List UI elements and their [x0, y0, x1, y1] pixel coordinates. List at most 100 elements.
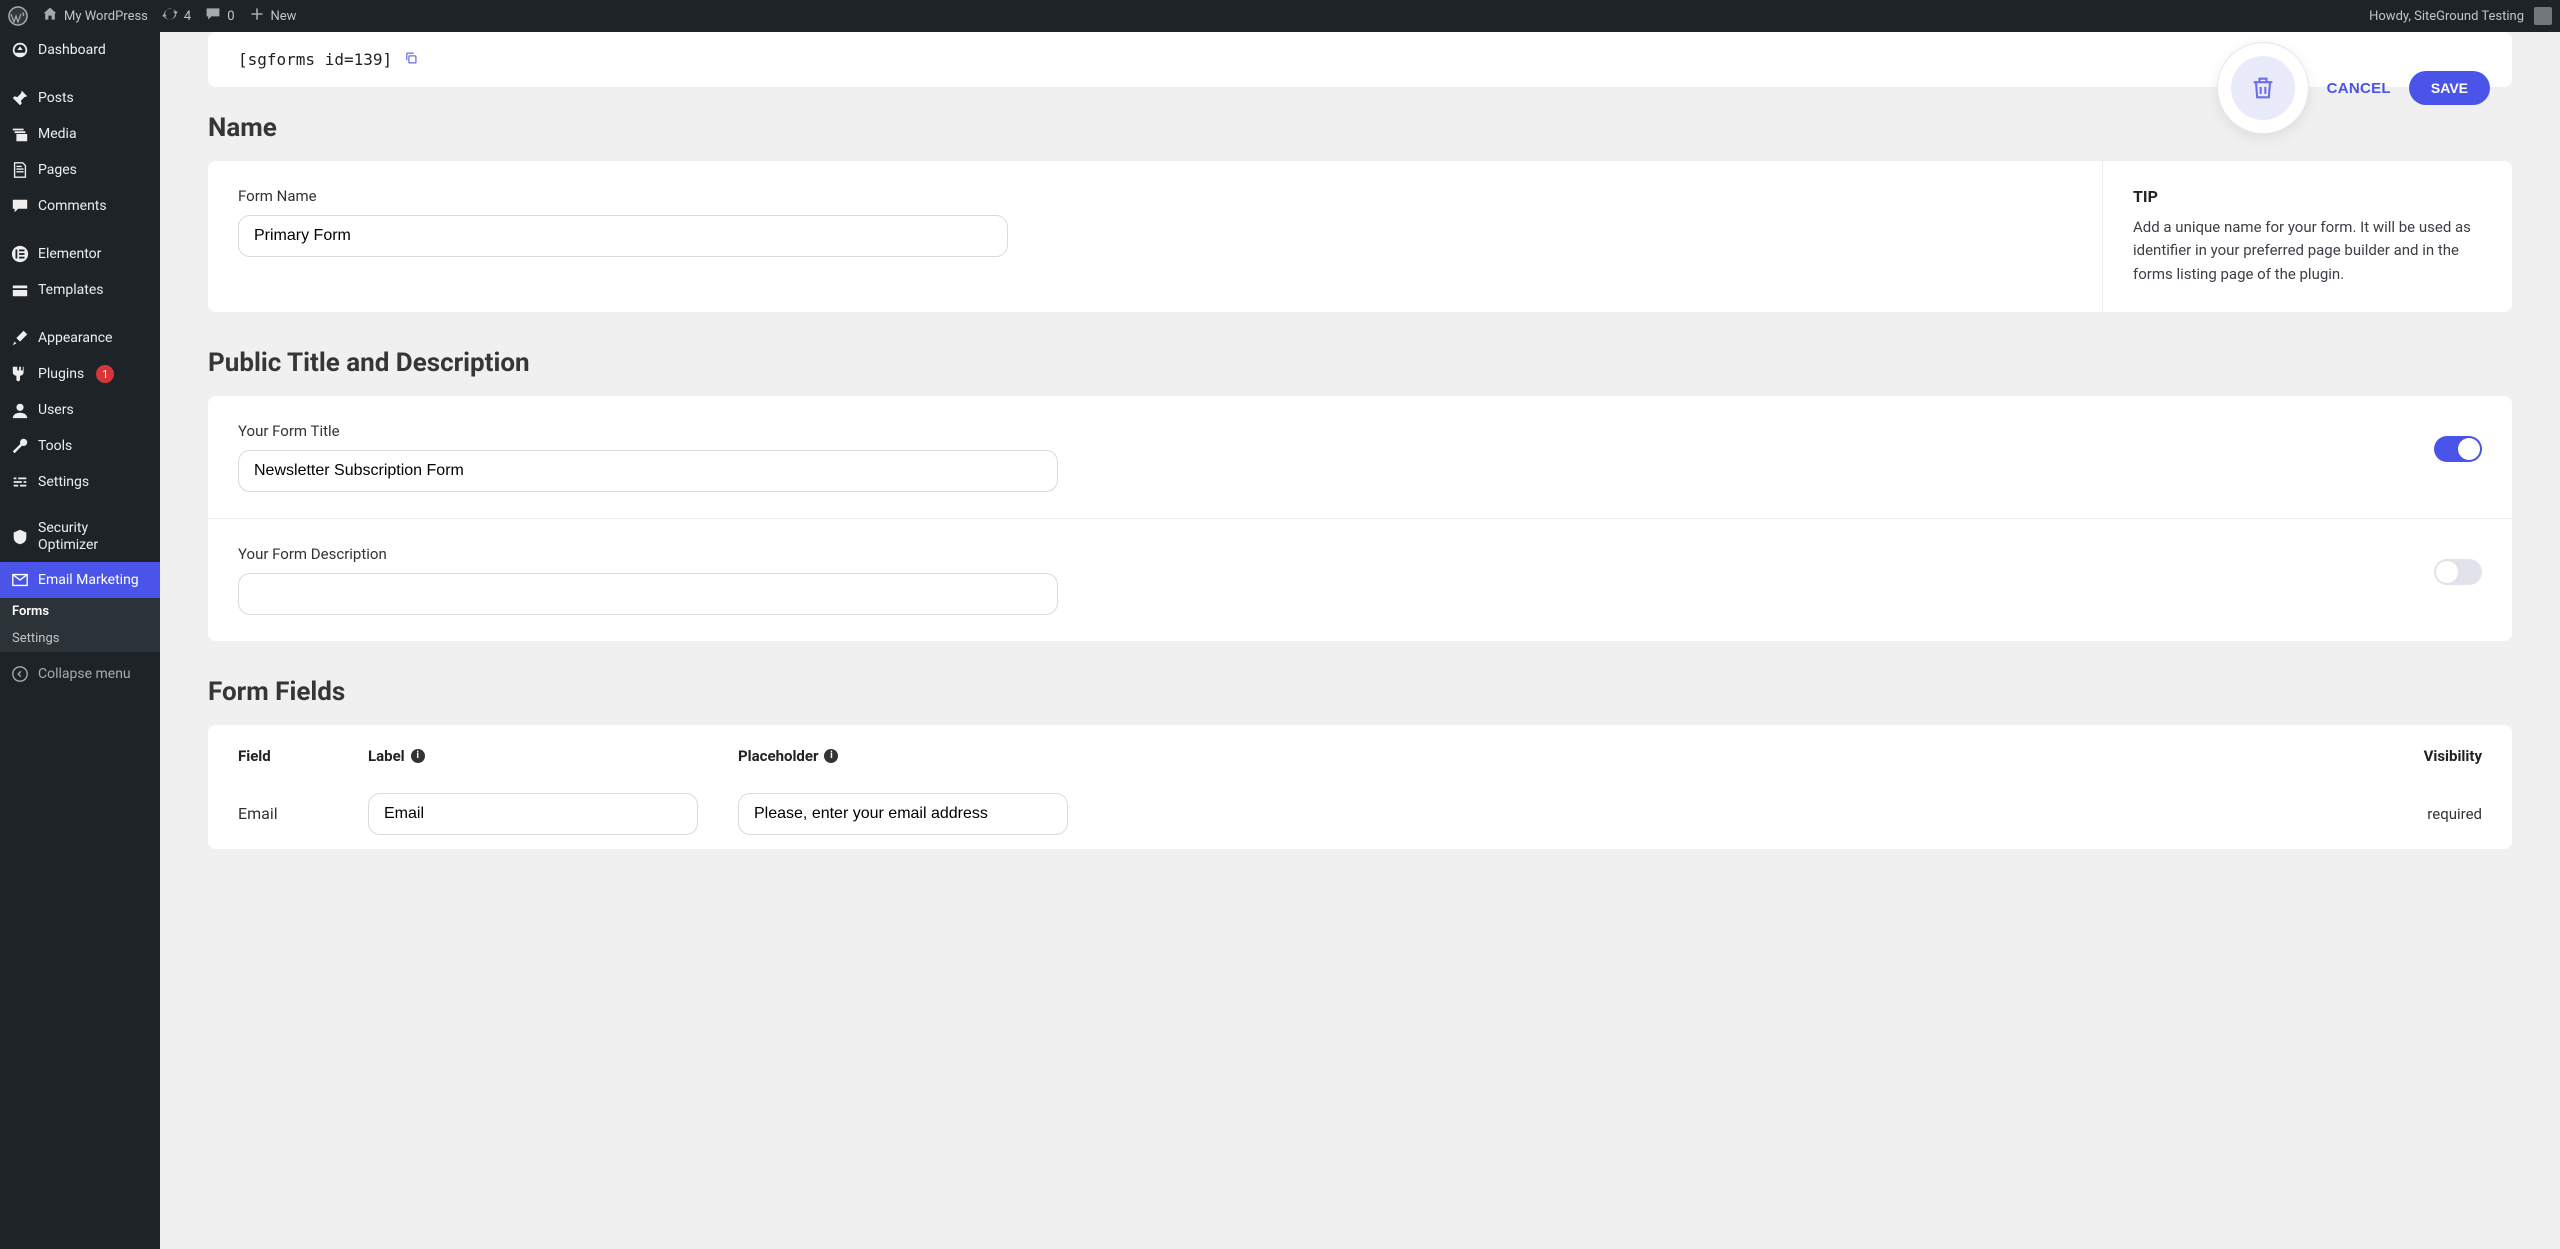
- name-card: Form Name TIP Add a unique name for your…: [208, 161, 2512, 312]
- sidebar-item-label: Security Optimizer: [38, 520, 150, 554]
- info-icon[interactable]: i: [824, 749, 838, 763]
- refresh-icon: [162, 6, 178, 26]
- sidebar-item-appearance[interactable]: Appearance: [0, 320, 160, 356]
- updates-link[interactable]: 4: [162, 6, 191, 26]
- site-name: My WordPress: [64, 9, 148, 24]
- table-row: Email required: [238, 779, 2482, 849]
- submenu-email-marketing: Forms Settings: [0, 598, 160, 652]
- form-name-input[interactable]: [238, 215, 1008, 257]
- sidebar-item-elementor[interactable]: Elementor: [0, 236, 160, 272]
- form-description-input[interactable]: [238, 573, 1058, 615]
- tip-title: TIP: [2133, 187, 2482, 206]
- howdy-text: Howdy, SiteGround Testing: [2369, 9, 2524, 24]
- header-visibility: Visibility: [2424, 747, 2482, 765]
- main-content: [sgforms id=139] Name Form Name TIP Add …: [160, 32, 2560, 889]
- sidebar-item-label: Media: [38, 126, 77, 142]
- sidebar-item-pages[interactable]: Pages: [0, 152, 160, 188]
- pin-icon: [10, 88, 30, 108]
- howdy-link[interactable]: Howdy, SiteGround Testing: [2369, 7, 2552, 25]
- collapse-menu[interactable]: Collapse menu: [0, 656, 160, 692]
- section-title-name: Name: [208, 113, 2512, 143]
- admin-bar: My WordPress 4 0 New Howdy, SiteGround T…: [0, 0, 2560, 32]
- collapse-label: Collapse menu: [38, 666, 131, 682]
- admin-sidebar: Dashboard Posts Media Pages Comments Ele…: [0, 32, 160, 1249]
- brush-icon: [10, 328, 30, 348]
- sidebar-item-label: Comments: [38, 198, 107, 214]
- sidebar-item-label: Pages: [38, 162, 77, 178]
- home-icon: [42, 6, 58, 26]
- shield-icon: [10, 527, 30, 547]
- header-field: Field: [238, 747, 368, 765]
- sidebar-item-comments[interactable]: Comments: [0, 188, 160, 224]
- form-name-label: Form Name: [238, 187, 2072, 205]
- header-label: Label: [368, 747, 405, 765]
- form-description-label: Your Form Description: [238, 545, 1058, 563]
- plug-icon: [10, 364, 30, 384]
- sidebar-item-label: Email Marketing: [38, 572, 139, 588]
- new-label: New: [271, 9, 297, 24]
- save-button[interactable]: SAVE: [2409, 71, 2490, 105]
- submenu-item-forms[interactable]: Forms: [0, 598, 160, 625]
- plus-icon: [249, 6, 265, 26]
- sidebar-item-security-optimizer[interactable]: Security Optimizer: [0, 512, 160, 562]
- form-description-toggle[interactable]: [2434, 559, 2482, 585]
- comments-count: 0: [227, 9, 234, 24]
- row-visibility: required: [2427, 805, 2482, 823]
- copy-icon[interactable]: [404, 50, 418, 69]
- sidebar-item-label: Elementor: [38, 246, 101, 262]
- collapse-icon: [10, 664, 30, 684]
- templates-icon: [10, 280, 30, 300]
- tip-body: Add a unique name for your form. It will…: [2133, 216, 2482, 286]
- sidebar-item-media[interactable]: Media: [0, 116, 160, 152]
- sidebar-item-settings[interactable]: Settings: [0, 464, 160, 500]
- sidebar-item-label: Settings: [38, 474, 89, 490]
- avatar: [2534, 7, 2552, 25]
- form-title-toggle[interactable]: [2434, 436, 2482, 462]
- public-title-card: Your Form Title Your Form Description: [208, 396, 2512, 641]
- info-icon[interactable]: i: [411, 749, 425, 763]
- cancel-button[interactable]: CANCEL: [2327, 80, 2391, 97]
- sidebar-item-label: Appearance: [38, 330, 112, 346]
- mail-icon: [10, 570, 30, 590]
- sidebar-item-users[interactable]: Users: [0, 392, 160, 428]
- plugins-badge: 1: [96, 365, 114, 383]
- form-title-label: Your Form Title: [238, 422, 1058, 440]
- sidebar-item-templates[interactable]: Templates: [0, 272, 160, 308]
- submenu-item-settings[interactable]: Settings: [0, 625, 160, 652]
- shortcode-card: [sgforms id=139]: [208, 32, 2512, 87]
- sidebar-item-label: Dashboard: [38, 42, 106, 58]
- wrench-icon: [10, 436, 30, 456]
- shortcode-text: [sgforms id=139]: [238, 50, 392, 69]
- sidebar-item-plugins[interactable]: Plugins 1: [0, 356, 160, 392]
- delete-button[interactable]: [2217, 42, 2309, 134]
- comment-icon: [10, 196, 30, 216]
- section-title-public: Public Title and Description: [208, 348, 2512, 378]
- form-title-input[interactable]: [238, 450, 1058, 492]
- sidebar-item-label: Tools: [38, 438, 72, 454]
- user-icon: [10, 400, 30, 420]
- sidebar-item-label: Posts: [38, 90, 74, 106]
- sidebar-item-label: Users: [38, 402, 74, 418]
- dashboard-icon: [10, 40, 30, 60]
- header-placeholder: Placeholder: [738, 747, 818, 765]
- sidebar-item-email-marketing[interactable]: Email Marketing: [0, 562, 160, 598]
- elementor-icon: [10, 244, 30, 264]
- wp-logo[interactable]: [8, 6, 28, 26]
- row-field-name: Email: [238, 804, 368, 823]
- pages-icon: [10, 160, 30, 180]
- sidebar-item-posts[interactable]: Posts: [0, 80, 160, 116]
- sidebar-item-label: Plugins: [38, 366, 84, 382]
- row-label-input[interactable]: [368, 793, 698, 835]
- media-icon: [10, 124, 30, 144]
- sidebar-item-tools[interactable]: Tools: [0, 428, 160, 464]
- sidebar-item-dashboard[interactable]: Dashboard: [0, 32, 160, 68]
- form-fields-card: Field Label i Placeholder i Visibility E…: [208, 725, 2512, 849]
- trash-icon: [2249, 74, 2277, 102]
- sidebar-item-label: Templates: [38, 282, 104, 298]
- action-bar: CANCEL SAVE: [2217, 42, 2490, 134]
- row-placeholder-input[interactable]: [738, 793, 1068, 835]
- site-link[interactable]: My WordPress: [42, 6, 148, 26]
- comments-link[interactable]: 0: [205, 6, 234, 26]
- new-link[interactable]: New: [249, 6, 297, 26]
- comment-icon: [205, 6, 221, 26]
